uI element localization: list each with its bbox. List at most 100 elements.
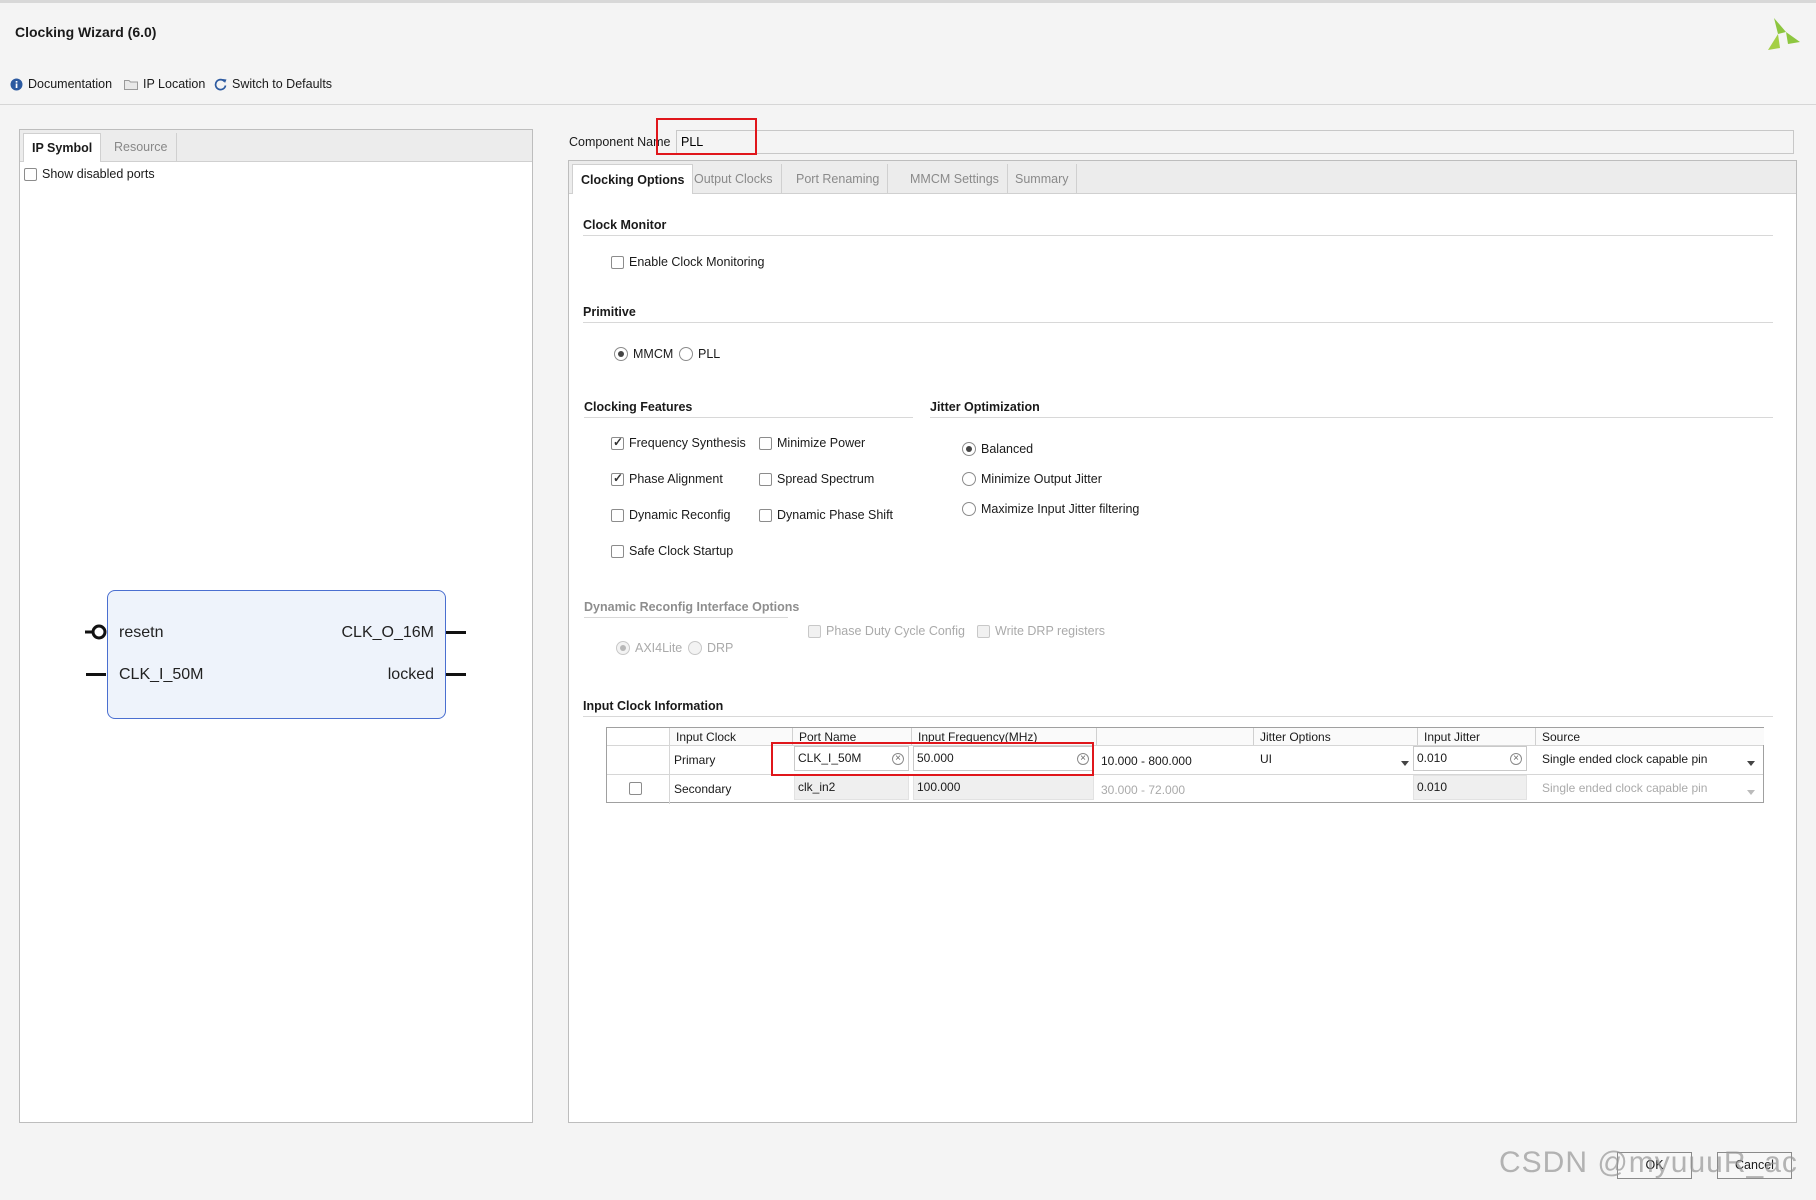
clk-out-pin-line	[446, 631, 466, 634]
col-range	[1096, 728, 1253, 745]
spread-spectrum-checkbox[interactable]	[759, 472, 772, 486]
locked-pin-line	[446, 673, 466, 676]
mmcm-label: MMCM	[633, 347, 674, 361]
minimize-output-jitter-radio[interactable]	[962, 472, 976, 486]
ip-location-link[interactable]: IP Location	[124, 77, 205, 91]
dynamic-phase-shift-option[interactable]: Dynamic Phase Shift	[759, 508, 893, 522]
minimize-power-checkbox[interactable]	[759, 436, 772, 450]
secondary-input-jitter-input: 0.010	[1413, 775, 1527, 800]
input-clock-info-rule	[583, 716, 1773, 717]
chevron-down-icon	[1747, 761, 1755, 766]
primitive-mmcm-option[interactable]: MMCM	[614, 347, 673, 361]
enable-clock-monitoring-option[interactable]: Enable Clock Monitoring	[611, 255, 765, 269]
primary-input-jitter-value: 0.010	[1417, 751, 1448, 765]
port-resetn: resetn	[119, 624, 164, 641]
folder-icon	[124, 79, 138, 90]
enable-clock-monitoring-checkbox[interactable]	[611, 255, 624, 269]
write-drp-registers-option: Write DRP registers	[977, 624, 1105, 638]
frequency-synthesis-label: Frequency Synthesis	[629, 436, 746, 450]
secondary-enable-checkbox[interactable]	[629, 782, 642, 795]
frequency-synthesis-checkbox[interactable]	[611, 435, 624, 450]
primary-input-jitter-input[interactable]: 0.010 ×	[1413, 746, 1527, 771]
col-input-jitter: Input Jitter	[1417, 728, 1535, 745]
jitter-balanced-option[interactable]: Balanced	[962, 442, 1033, 456]
switch-defaults-label: Switch to Defaults	[232, 77, 333, 91]
maximize-input-jitter-radio[interactable]	[962, 502, 976, 516]
frequency-synthesis-option[interactable]: Frequency Synthesis	[611, 435, 746, 450]
jitter-minimize-output-option[interactable]: Minimize Output Jitter	[962, 472, 1102, 486]
phase-alignment-checkbox[interactable]	[611, 471, 624, 486]
show-disabled-ports-option[interactable]: Show disabled ports	[24, 167, 155, 181]
primary-source-value: Single ended clock capable pin	[1542, 752, 1708, 766]
primary-frequency-range: 10.000 - 800.000	[1101, 754, 1192, 768]
documentation-link[interactable]: Documentation	[10, 77, 112, 91]
drp-option: DRP	[688, 641, 733, 655]
dynamic-reconfig-option[interactable]: Dynamic Reconfig	[611, 508, 730, 522]
tab-clocking-options[interactable]: Clocking Options	[572, 164, 694, 194]
tab-ip-symbol[interactable]: IP Symbol	[23, 133, 102, 162]
drp-label: DRP	[707, 641, 734, 655]
minimize-power-label: Minimize Power	[777, 436, 866, 450]
primitive-pll-option[interactable]: PLL	[679, 347, 720, 361]
axi4lite-label: AXI4Lite	[635, 641, 683, 655]
xilinx-logo-icon	[1768, 18, 1800, 50]
frequency-highlight	[771, 742, 1094, 776]
dynamic-phase-shift-checkbox[interactable]	[759, 508, 772, 522]
safe-clock-startup-label: Safe Clock Startup	[629, 544, 734, 558]
chevron-down-icon	[1747, 790, 1755, 795]
pll-label: PLL	[698, 347, 721, 361]
secondary-port-name-input: clk_in2	[794, 775, 909, 800]
tab-output-clocks[interactable]: Output Clocks	[686, 164, 782, 194]
spread-spectrum-option[interactable]: Spread Spectrum	[759, 472, 874, 486]
secondary-input-jitter-value: 0.010	[1417, 780, 1448, 794]
documentation-label: Documentation	[28, 77, 113, 91]
minimize-power-option[interactable]: Minimize Power	[759, 436, 865, 450]
window-title: Clocking Wizard (6.0)	[15, 24, 157, 40]
drp-options-rule	[584, 617, 788, 618]
phase-duty-config-checkbox	[808, 624, 821, 638]
primitive-title: Primitive	[583, 305, 636, 319]
write-drp-registers-label: Write DRP registers	[995, 624, 1105, 638]
balanced-radio[interactable]	[962, 442, 976, 456]
clocking-features-rule	[584, 417, 913, 418]
safe-clock-startup-checkbox[interactable]	[611, 544, 624, 558]
ip-location-label: IP Location	[143, 77, 206, 91]
col-jitter-options: Jitter Options	[1253, 728, 1417, 745]
tab-mmcm-settings[interactable]: MMCM Settings	[902, 164, 1008, 194]
clear-icon[interactable]: ×	[1510, 753, 1522, 765]
toolbar-separator	[0, 104, 1816, 105]
top-border	[0, 0, 1816, 3]
jitter-optimization-rule	[930, 417, 1773, 418]
mmcm-radio[interactable]	[614, 347, 628, 361]
info-icon	[10, 78, 23, 90]
tab-port-renaming[interactable]: Port Renaming	[788, 164, 889, 194]
tab-resource[interactable]: Resource	[106, 133, 177, 162]
primary-jitter-options-select[interactable]: UI	[1255, 752, 1415, 772]
dynamic-reconfig-checkbox[interactable]	[611, 508, 624, 522]
clk-in-pin-line	[86, 673, 106, 676]
secondary-frequency-value: 100.000	[917, 780, 961, 794]
jitter-maximize-input-option[interactable]: Maximize Input Jitter filtering	[962, 502, 1139, 516]
primary-source-select[interactable]: Single ended clock capable pin	[1537, 752, 1761, 772]
phase-alignment-option[interactable]: Phase Alignment	[611, 471, 723, 486]
input-clock-info-title: Input Clock Information	[583, 699, 724, 713]
secondary-source-value: Single ended clock capable pin	[1542, 781, 1708, 795]
show-disabled-ports-checkbox[interactable]	[24, 167, 37, 181]
primitive-rule	[583, 322, 1773, 323]
clocking-features-title: Clocking Features	[584, 400, 693, 414]
secondary-port-name-value: clk_in2	[798, 780, 836, 794]
pll-radio[interactable]	[679, 347, 693, 361]
safe-clock-startup-option[interactable]: Safe Clock Startup	[611, 544, 733, 558]
left-tab-bar: IP Symbol Resource	[20, 130, 532, 162]
dynamic-phase-shift-label: Dynamic Phase Shift	[777, 508, 894, 522]
switch-defaults-link[interactable]: Switch to Defaults	[214, 77, 332, 91]
phase-duty-config-option: Phase Duty Cycle Config	[808, 624, 965, 638]
axi4lite-radio	[616, 641, 630, 655]
maximize-input-jitter-label: Maximize Input Jitter filtering	[981, 502, 1140, 516]
jitter-optimization-title: Jitter Optimization	[930, 400, 1040, 414]
component-name-input[interactable]	[676, 130, 1794, 154]
phase-duty-config-label: Phase Duty Cycle Config	[826, 624, 965, 638]
clocking-options-panel: Clocking Options Output Clocks Port Rena…	[568, 160, 1797, 1123]
refresh-icon	[214, 78, 227, 90]
tab-summary[interactable]: Summary	[1007, 164, 1078, 194]
